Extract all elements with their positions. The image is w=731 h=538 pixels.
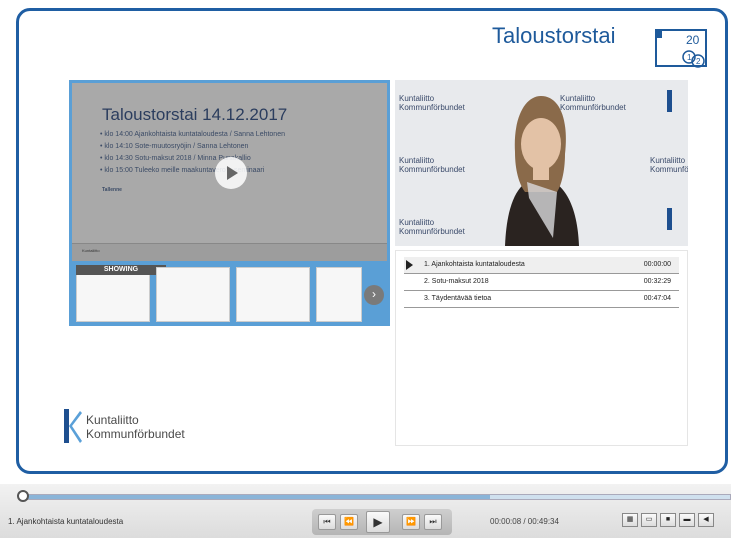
chapter-list: 1. Ajankohtaista kuntataloudesta 00:00:0… (395, 250, 688, 446)
seek-bar[interactable] (17, 490, 731, 502)
buffered-bar (25, 495, 491, 499)
chapter-time: 00:00:00 (643, 261, 671, 268)
slide-note: Tallenne (102, 187, 342, 194)
agenda-item: klo 14:00 Ajankohtaista kuntataloudesta … (100, 129, 285, 141)
chapter-item[interactable]: 3. Täydentävää tietoa 00:47:04 (404, 291, 679, 308)
logo-text: Kuntaliitto Kommunförbundet (86, 413, 185, 441)
fast-forward-icon[interactable]: ⏩ (402, 514, 420, 530)
slide-note-heading: Tallenne (102, 187, 122, 193)
svg-text:20: 20 (686, 33, 700, 47)
current-slide[interactable]: Taloustorstai 14.12.2017 klo 14:00 Ajank… (72, 83, 387, 261)
chapter-time: 00:32:29 (643, 278, 671, 285)
slide-title: Taloustorstai 14.12.2017 (102, 105, 288, 124)
current-chapter-title: 1. Ajankohtaista kuntataloudesta (8, 517, 124, 526)
seek-handle[interactable] (17, 490, 30, 502)
layout-slide-icon[interactable]: ▭ (641, 513, 657, 527)
speaker-video[interactable]: Kuntaliitto Kommunförbundet Kuntaliitto Ko… (395, 80, 688, 246)
chapter-time: 00:47:04 (643, 295, 671, 302)
play-overlay-button[interactable] (215, 157, 247, 189)
chevron-right-icon[interactable]: › (364, 285, 384, 305)
slide-footer-logo: Kuntaliitto (82, 248, 100, 253)
player-controls: 1. Ajankohtaista kuntataloudesta ⏮ ⏪ ▶ ⏩… (0, 484, 731, 538)
slide-thumbnail[interactable] (76, 267, 150, 322)
slide-footer: Kuntaliitto (72, 243, 387, 261)
calendar-icon: 20 1 2 (655, 29, 707, 68)
speaker-figure (505, 96, 579, 246)
chapter-item[interactable]: 1. Ajankohtaista kuntataloudesta 00:00:0… (404, 257, 679, 274)
skip-end-icon[interactable]: ⏭ (424, 514, 442, 530)
layout-split-icon[interactable]: ▬ (679, 513, 695, 527)
chapter-title: 1. Ajankohtaista kuntataloudesta (424, 261, 525, 268)
layout-video-icon[interactable]: ■ (660, 513, 676, 527)
showing-label: SHOWING (76, 265, 166, 275)
video-watermark: KuntaliittoKommunförbundet (399, 156, 465, 174)
slide-thumbnail[interactable] (156, 267, 230, 322)
transport-buttons: ⏮ ⏪ ▶ ⏩ ⏭ (312, 509, 452, 535)
volume-icon[interactable]: ◀ (698, 513, 714, 527)
play-arrow-icon (406, 260, 413, 270)
svg-text:2: 2 (696, 57, 701, 66)
media-player: Taloustorstai 14.12.2017 klo 14:00 Ajank… (69, 80, 691, 446)
brand-title: Taloustorstai (492, 23, 616, 48)
kuntaliitto-k-icon (667, 208, 682, 230)
chapter-item[interactable]: 2. Sotu-maksut 2018 00:32:29 (404, 274, 679, 291)
kuntaliitto-logo: Kuntaliitto Kommunförbundet (62, 407, 222, 447)
video-watermark: KuntaliittoKommunförbundet (399, 94, 465, 112)
kuntaliitto-k-icon (667, 90, 682, 112)
time-display: 00:00:08 / 00:49:34 (490, 517, 559, 526)
rewind-icon[interactable]: ⏪ (340, 514, 358, 530)
skip-start-icon[interactable]: ⏮ (318, 514, 336, 530)
chapter-title: 3. Täydentävää tietoa (424, 295, 492, 302)
agenda-item: klo 14:10 Sote-muutosryöjin / Sanna Leht… (100, 141, 285, 153)
slide-thumbnail[interactable] (236, 267, 310, 322)
agenda-item: klo 15:00 Tuleeko meille maakuntavero? -… (100, 165, 285, 177)
chapter-title: 2. Sotu-maksut 2018 (424, 278, 489, 285)
video-watermark: KuntaliittoKommunförbundet (650, 156, 688, 174)
slide-panel: Taloustorstai 14.12.2017 klo 14:00 Ajank… (69, 80, 390, 326)
kuntaliitto-k-icon (64, 409, 82, 443)
agenda-item: klo 14:30 Sotu-maksut 2018 / Minna Punak… (100, 153, 285, 165)
svg-text:1: 1 (687, 53, 692, 62)
slide-agenda: klo 14:00 Ajankohtaista kuntataloudesta … (100, 129, 285, 177)
slide-thumbnails: SHOWING › (72, 263, 387, 323)
slide-thumbnail[interactable] (316, 267, 362, 322)
video-watermark: KuntaliittoKommunförbundet (399, 218, 465, 236)
layout-grid-icon[interactable]: ▦ (622, 513, 638, 527)
play-button[interactable]: ▶ (366, 511, 390, 533)
